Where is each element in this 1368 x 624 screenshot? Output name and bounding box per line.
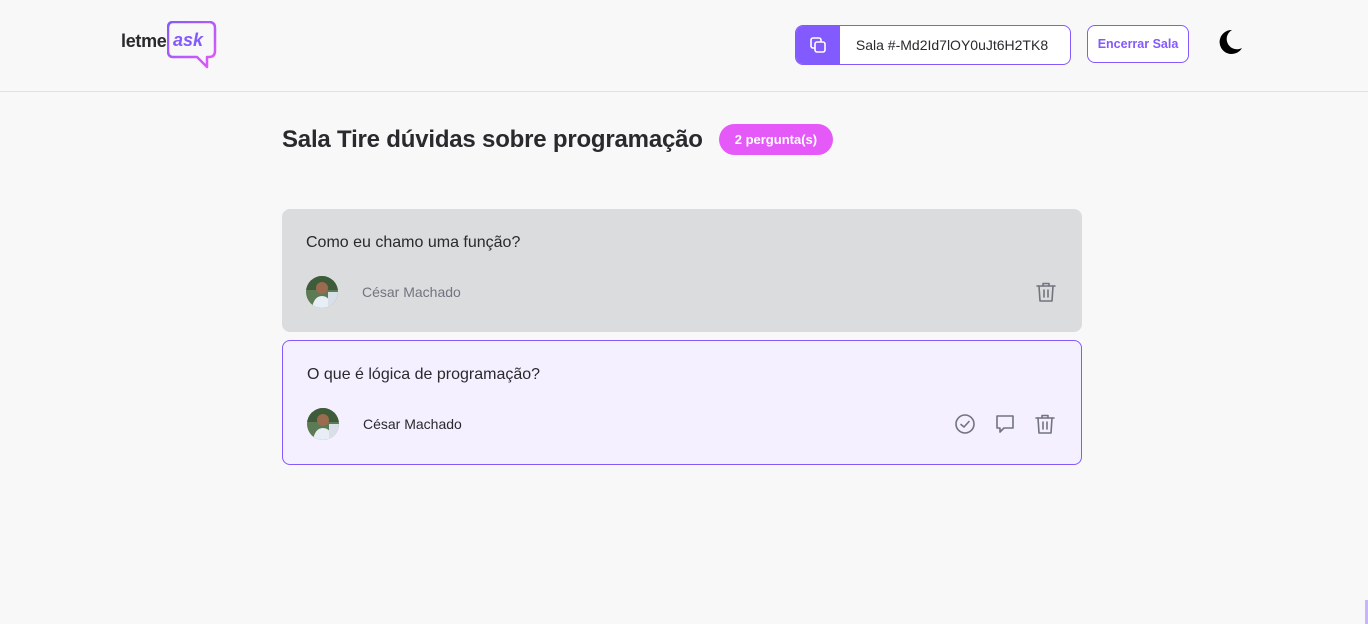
question-count-badge: 2 pergunta(s) <box>718 124 834 155</box>
message-icon <box>996 415 1014 433</box>
question-actions <box>937 412 1057 436</box>
trash-icon <box>1035 414 1055 434</box>
room-title-row: Sala Tire dúvidas sobre programação 2 pe… <box>282 124 834 155</box>
copy-icon <box>810 37 826 53</box>
page-title: Sala Tire dúvidas sobre programação <box>282 125 703 153</box>
check-circle-icon <box>955 414 975 434</box>
letmeask-logo[interactable]: letme ask <box>121 21 221 69</box>
question-content: Como eu chamo uma função? <box>306 234 521 251</box>
question-actions <box>1018 280 1058 304</box>
question-card-highlighted: O que é lógica de programação? César Mac… <box>282 340 1082 465</box>
copy-icon-box <box>796 26 840 64</box>
avatar <box>306 276 338 308</box>
author-name: César Machado <box>363 416 462 432</box>
question-footer: César Machado <box>306 276 1058 308</box>
avatar <box>307 408 339 440</box>
logo-text: letme <box>121 31 167 51</box>
app-header: letme ask Sala #-Md2Id7lOY0uJt6H2TK8 Enc… <box>0 0 1368 92</box>
theme-toggle-button[interactable] <box>1216 28 1244 56</box>
question-footer: César Machado <box>307 408 1057 440</box>
delete-question-button[interactable] <box>1034 280 1058 304</box>
logo-accent-text: ask <box>173 30 204 50</box>
room-code-button[interactable]: Sala #-Md2Id7lOY0uJt6H2TK8 <box>795 25 1071 65</box>
delete-question-button[interactable] <box>1033 412 1057 436</box>
close-room-button[interactable]: Encerrar Sala <box>1087 25 1189 63</box>
moon-icon <box>1219 29 1242 54</box>
mark-answered-button[interactable] <box>953 412 977 436</box>
highlight-question-button[interactable] <box>993 412 1017 436</box>
author-name: César Machado <box>362 284 461 300</box>
question-content: O que é lógica de programação? <box>307 366 541 383</box>
trash-icon <box>1036 282 1056 302</box>
question-card-answered: Como eu chamo uma função? César Machado <box>282 209 1082 332</box>
room-code-text: Sala #-Md2Id7lOY0uJt6H2TK8 <box>855 37 1049 53</box>
